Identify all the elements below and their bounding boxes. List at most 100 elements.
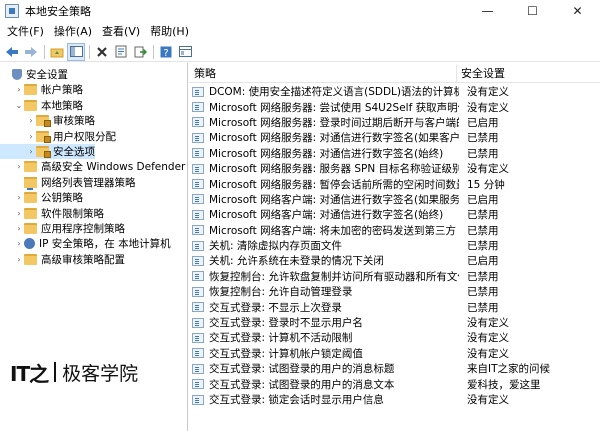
tree-item[interactable]: › 用户权限分配 <box>0 129 116 144</box>
policy-name: 关机: 允许系统在未登录的情况下关闭 <box>209 255 384 268</box>
policy-folder-icon <box>36 130 51 143</box>
tree-item[interactable]: › 高级审核策略配置 <box>0 252 125 267</box>
policy-row[interactable]: 恢复控制台: 允许自动管理登录 已禁用 <box>189 284 600 299</box>
policy-setting: 已启用 <box>467 193 499 206</box>
policy-icon <box>192 148 204 159</box>
policy-row[interactable]: 交互式登录: 不显示上次登录 已禁用 <box>189 299 600 314</box>
policy-row[interactable]: 交互式登录: 登录时不显示用户名 没有定义 <box>189 315 600 330</box>
expand-caret-icon[interactable]: › <box>14 82 24 97</box>
expand-caret-icon[interactable]: › <box>14 190 24 205</box>
tree-item[interactable]: 安全设置 <box>0 67 68 82</box>
maximize-button[interactable]: ☐ <box>510 0 555 22</box>
details-view-icon[interactable] <box>176 43 194 61</box>
watermark-divider <box>54 362 57 382</box>
column-header-setting[interactable]: 安全设置 <box>457 65 505 83</box>
expand-caret-icon[interactable]: › <box>14 252 24 267</box>
expand-caret-icon[interactable]: › <box>14 236 24 251</box>
policy-row[interactable]: 关机: 允许系统在未登录的情况下关闭 已启用 <box>189 253 600 268</box>
tree-item[interactable]: ⌄ 本地策略 <box>0 98 83 113</box>
policy-rows: DCOM: 使用安全描述符定义语言(SDDL)语法的计算机启动...没有定义Mi… <box>189 84 600 407</box>
policy-name: Microsoft 网络客户端: 对通信进行数字签名(始终) <box>209 209 444 222</box>
tree-item[interactable]: › 审核策略 <box>0 113 95 128</box>
properties-icon[interactable] <box>112 43 130 61</box>
policy-name: 交互式登录: 不显示上次登录 <box>209 301 342 314</box>
policy-icon <box>192 117 204 128</box>
policy-row[interactable]: 交互式登录: 试图登录的用户的消息标题 来自IT之家的问候 <box>189 361 600 376</box>
column-header-policy[interactable]: 策略 <box>189 64 457 83</box>
policy-row[interactable]: 交互式登录: 锁定会话时显示用户信息 没有定义 <box>189 392 600 407</box>
policy-name: 交互式登录: 登录时不显示用户名 <box>209 317 363 330</box>
policy-row[interactable]: Microsoft 网络服务器: 对通信进行数字签名(如果客户端允... 已禁用 <box>189 130 600 145</box>
policy-setting: 已禁用 <box>467 147 499 160</box>
policy-name: 交互式登录: 试图登录的用户的消息文本 <box>209 378 395 391</box>
help-icon[interactable]: ? <box>157 43 175 61</box>
policy-name: 恢复控制台: 允许自动管理登录 <box>209 286 353 299</box>
tree-item[interactable]: › 帐户策略 <box>0 82 83 97</box>
policy-icon <box>192 240 204 251</box>
policy-row[interactable]: Microsoft 网络服务器: 对通信进行数字签名(始终) 已禁用 <box>189 146 600 161</box>
tree-item-label: 软件限制策略 <box>41 207 104 220</box>
menu-file[interactable]: 文件(F) <box>2 23 49 41</box>
forward-icon[interactable] <box>22 43 40 61</box>
policy-setting: 没有定义 <box>467 347 509 360</box>
tree-item-label: IP 安全策略，在 本地计算机 <box>39 238 171 251</box>
policy-folder-icon <box>36 146 51 158</box>
collapse-caret-icon[interactable]: ⌄ <box>14 98 24 113</box>
window-controls: — ☐ ✕ <box>465 0 600 22</box>
policy-row[interactable]: 关机: 清除虚拟内存页面文件 已禁用 <box>189 238 600 253</box>
policy-row[interactable]: DCOM: 使用安全描述符定义语言(SDDL)语法的计算机启动... 没有定义 <box>189 84 600 99</box>
policy-row[interactable]: 恢复控制台: 允许软盘复制并访问所有驱动器和所有文件夹 已禁用 <box>189 269 600 284</box>
policy-name: 交互式登录: 计算机不活动限制 <box>209 332 353 345</box>
policy-row[interactable]: 交互式登录: 试图登录的用户的消息文本 爱科技，爱这里 <box>189 376 600 391</box>
policy-row[interactable]: Microsoft 网络服务器: 登录时间过期后断开与客户端的连接已启用 <box>189 115 600 130</box>
policy-row[interactable]: Microsoft 网络服务器: 服务器 SPN 目标名称验证级别 没有定义 <box>189 161 600 176</box>
policy-setting: 没有定义 <box>467 394 509 406</box>
expand-caret-icon[interactable]: › <box>14 221 24 236</box>
tree-item[interactable]: › 高级安全 Windows Defender 防火墙 <box>0 159 187 174</box>
policy-icon <box>192 286 204 297</box>
policy-icon <box>192 332 204 343</box>
policy-row[interactable]: 交互式登录: 计算机帐户锁定阈值 没有定义 <box>189 346 600 361</box>
delete-icon[interactable] <box>93 43 111 61</box>
menu-view[interactable]: 查看(V) <box>97 23 145 41</box>
policy-icon <box>192 225 204 236</box>
app-icon <box>5 4 19 18</box>
tree-item[interactable]: 网络列表管理器策略 <box>0 175 136 190</box>
menu-action[interactable]: 操作(A) <box>49 23 97 41</box>
export-icon[interactable] <box>131 43 149 61</box>
back-icon[interactable] <box>3 43 21 61</box>
menu-help[interactable]: 帮助(H) <box>145 23 194 41</box>
expand-caret-icon[interactable]: › <box>26 113 36 128</box>
policy-row[interactable]: Microsoft 网络客户端: 对通信进行数字签名(如果服务器允... 已启用 <box>189 192 600 207</box>
policy-setting: 没有定义 <box>467 86 509 99</box>
policy-setting: 没有定义 <box>467 332 509 345</box>
policy-setting: 已禁用 <box>467 240 499 253</box>
policy-name: 交互式登录: 计算机帐户锁定阈值 <box>209 347 363 360</box>
tree-item[interactable]: › 公钥策略 <box>0 190 83 205</box>
policy-icon <box>192 86 204 97</box>
policy-row[interactable]: Microsoft 网络客户端: 对通信进行数字签名(始终) 已禁用 <box>189 207 600 222</box>
policy-setting: 来自IT之家的问候 <box>467 363 551 376</box>
policy-row[interactable]: Microsoft 网络服务器: 尝试使用 S4U2Self 获取声明信息 没有定… <box>189 99 600 114</box>
up-folder-icon[interactable] <box>48 43 66 61</box>
show-hide-tree-icon[interactable] <box>67 42 85 61</box>
expand-caret-icon[interactable]: › <box>26 129 36 144</box>
policy-row[interactable]: Microsoft 网络服务器: 暂停会话前所需的空闲时间数量 15 分钟 <box>189 176 600 191</box>
policy-name: Microsoft 网络服务器: 登录时间过期后断开与客户端的连接 <box>209 116 459 129</box>
minimize-button[interactable]: — <box>465 0 510 22</box>
expand-caret-icon[interactable]: › <box>14 206 24 221</box>
policy-setting: 没有定义 <box>467 163 509 176</box>
tree-item-label: 用户权限分配 <box>53 130 116 143</box>
policy-row[interactable]: 交互式登录: 计算机不活动限制 没有定义 <box>189 330 600 345</box>
policy-icon <box>192 302 204 313</box>
expand-caret-icon[interactable]: › <box>14 159 24 174</box>
close-button[interactable]: ✕ <box>555 0 600 22</box>
tree-item[interactable]: › 软件限制策略 <box>0 206 104 221</box>
tree-item[interactable]: › IP 安全策略，在 本地计算机 <box>0 236 171 251</box>
policy-row[interactable]: Microsoft 网络客户端: 将未加密的密码发送到第三方 SMB... 已禁用 <box>189 223 600 238</box>
folder-icon <box>24 84 37 96</box>
expand-caret-icon[interactable]: › <box>26 144 36 159</box>
tree-item[interactable]: › 应用程序控制策略 <box>0 221 125 236</box>
window-title: 本地安全策略 <box>25 5 91 18</box>
tree-item[interactable]: › 安全选项 <box>0 144 95 159</box>
